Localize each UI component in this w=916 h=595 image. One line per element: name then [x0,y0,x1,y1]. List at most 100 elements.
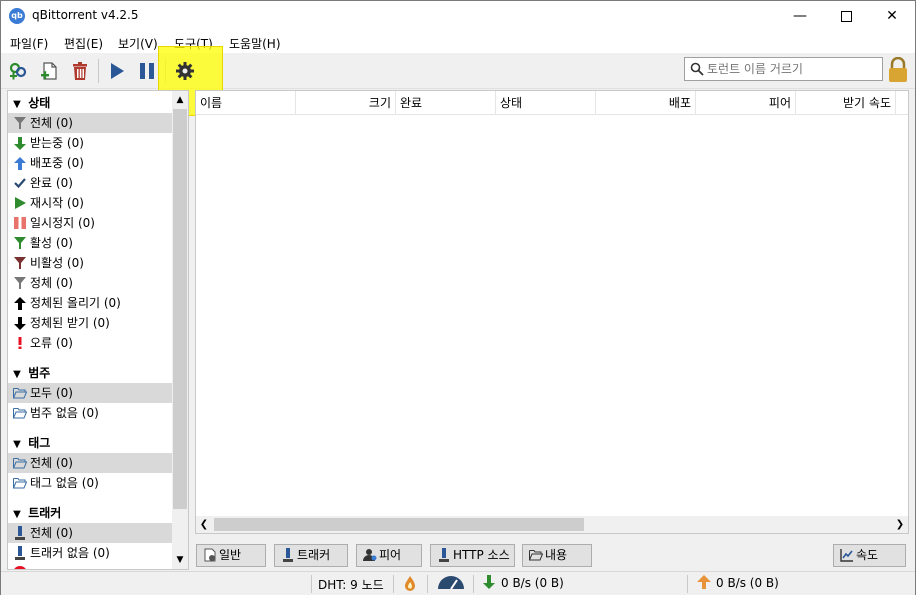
tab-content[interactable]: 내용 [522,544,592,567]
add-file-icon [41,62,57,80]
status-separator [427,575,428,593]
column-peers[interactable]: 피어 [696,91,796,115]
chevron-down-icon: ▼ [13,99,21,110]
arrow-up-icon [13,156,27,170]
status-filter-seeding[interactable]: 배포중 (0) [8,153,172,173]
maximize-button[interactable] [823,1,869,31]
sidebar-item-label: 범주 없음 (0) [30,406,99,420]
add-torrent-file-button[interactable] [37,59,61,83]
status-filter-paused[interactable]: 일시정지 (0) [8,213,172,233]
status-filter-all[interactable]: 전체 (0) [8,113,172,133]
tab-label: 내용 [545,548,568,562]
tag-filter-all[interactable]: 전체 (0) [8,453,172,473]
tab-trackers[interactable]: 트래커 [274,544,348,567]
folder-open-icon [13,386,27,400]
upload-speed: 0 B/s (0 B) [716,576,779,590]
minimize-button[interactable]: — [777,1,823,31]
scroll-right-icon[interactable]: ❯ [892,516,908,533]
close-button[interactable]: ✕ [869,1,915,31]
status-header-label: 상태 [28,96,51,110]
list-horizontal-scrollbar[interactable]: ❮ ❯ [196,516,908,533]
sidebar-item-label: 오류 (0) [30,336,73,350]
scrollbar-thumb[interactable] [214,518,584,531]
tracker-icon [13,526,27,540]
tab-general[interactable]: 일반 [196,544,266,567]
tracker-icon [13,546,27,560]
sidebar-item-label: 정체 (0) [30,276,73,290]
lock-button[interactable] [887,56,909,83]
resume-button[interactable] [105,59,129,83]
scroll-down-icon[interactable]: ▼ [172,551,188,569]
options-button[interactable] [173,59,197,83]
column-name[interactable]: 이름 [196,91,296,115]
arrow-down-icon [13,136,27,150]
dht-status: DHT: 9 노드 [318,578,384,592]
tag-filter-untagged[interactable]: 태그 없음 (0) [8,473,172,493]
tag-section-header[interactable]: ▼ 태그 [10,434,50,451]
speed-graph-button[interactable]: 속도 [833,544,906,567]
sidebar-item-label: 완료 (0) [30,176,73,190]
status-filter-inactive[interactable]: 비활성 (0) [8,253,172,273]
status-filter-errored[interactable]: 오류 (0) [8,333,172,353]
search-field[interactable] [684,57,883,81]
tracker-filter-all[interactable]: 전체 (0) [8,523,172,543]
link-icon [9,62,27,80]
column-seeds[interactable]: 배포 [596,91,696,115]
play-icon [111,63,124,79]
sidebar-item-label: 모두 (0) [30,386,73,400]
sidebar-item-label: 일시정지 (0) [30,216,95,230]
category-filter-all[interactable]: 모두 (0) [8,383,172,403]
scroll-left-icon[interactable]: ❮ [196,516,212,533]
search-input[interactable] [707,60,877,78]
download-arrow-icon [483,575,495,592]
scrollbar-thumb[interactable] [173,109,187,509]
error-icon [13,566,27,569]
chevron-down-icon: ▼ [13,509,21,520]
column-download-speed[interactable]: 받기 속도 [796,91,896,115]
menu-help[interactable]: 도움말(H) [229,35,281,52]
pause-button[interactable] [135,59,159,83]
sidebar-item-label: 전체 (0) [30,116,73,130]
connection-status-icon[interactable] [403,575,417,594]
category-filter-uncategorized[interactable]: 범주 없음 (0) [8,403,172,423]
status-filter-resumed[interactable]: 재시작 (0) [8,193,172,213]
tracker-filter-error[interactable] [8,563,172,569]
menu-view[interactable]: 보기(V) [118,35,158,52]
tab-http-sources[interactable]: HTTP 소스 [430,544,515,567]
status-filter-stalled[interactable]: 정체 (0) [8,273,172,293]
status-filter-downloading[interactable]: 받는중 (0) [8,133,172,153]
window-title: qBittorrent v4.2.5 [32,8,139,22]
category-section-header[interactable]: ▼ 범주 [10,364,50,381]
sidebar-item-label: 정체된 올리기 (0) [30,296,121,310]
status-filter-completed[interactable]: 완료 (0) [8,173,172,193]
tracker-icon [283,548,293,562]
menu-edit[interactable]: 편집(E) [64,35,103,52]
speed-limit-toggle-icon[interactable] [437,575,465,594]
tracker-filter-trackerless[interactable]: 트래커 없음 (0) [8,543,172,563]
tab-peers[interactable]: 피어 [356,544,422,567]
sidebar-scrollbar[interactable]: ▲ ▼ [172,91,188,569]
scroll-up-icon[interactable]: ▲ [172,91,188,109]
chart-icon [840,549,853,562]
tab-label: HTTP 소스 [453,548,510,562]
tracker-section-header[interactable]: ▼ 트래커 [10,504,61,521]
status-filter-stalled-uploading[interactable]: 정체된 올리기 (0) [8,293,172,313]
status-section-header[interactable]: ▼ 상태 [10,94,50,111]
add-torrent-link-button[interactable] [7,59,31,83]
sidebar-item-label: 태그 없음 (0) [30,476,99,490]
status-filter-stalled-downloading[interactable]: 정체된 받기 (0) [8,313,172,333]
sidebar-item-label: 재시작 (0) [30,196,84,210]
filter-stalled-icon [13,276,27,290]
delete-button[interactable] [68,59,92,83]
status-filter-active[interactable]: 활성 (0) [8,233,172,253]
category-header-label: 범주 [28,366,51,380]
column-size[interactable]: 크기 [296,91,396,115]
column-progress[interactable]: 완료 [396,91,496,115]
folder-open-icon [529,550,543,561]
torrent-list[interactable]: 이름 크기 완료 상태 배포 피어 받기 속도 ❮ ❯ [195,90,909,534]
sidebar-item-label: 배포중 (0) [30,156,84,170]
menu-file[interactable]: 파일(F) [10,35,48,52]
arrow-down-icon [13,316,27,330]
column-status[interactable]: 상태 [496,91,596,115]
pause-icon [13,216,27,230]
